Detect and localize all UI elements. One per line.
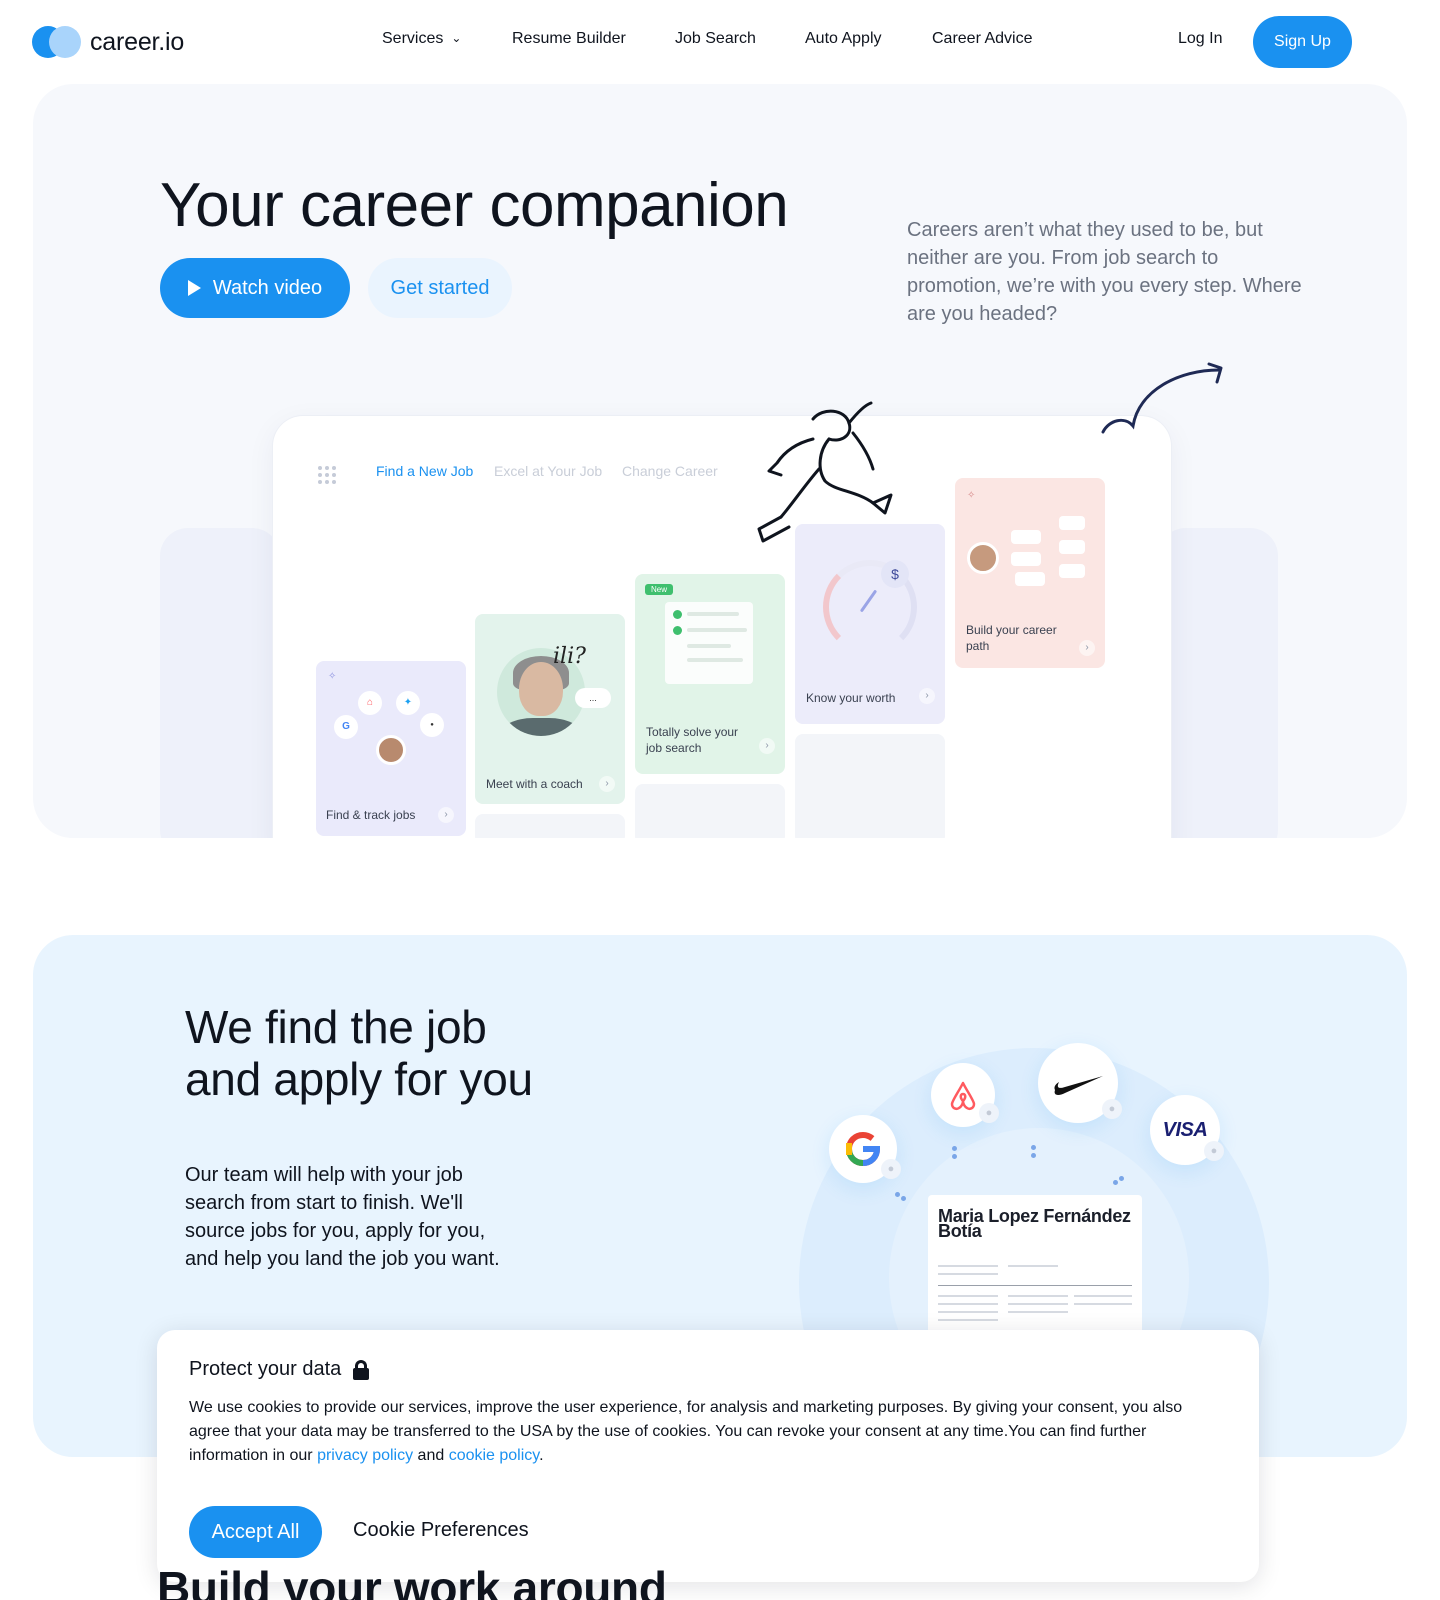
card-meet-coach[interactable]: ili? ... Meet with a coach › <box>475 614 625 804</box>
side-panel-right <box>1158 528 1278 838</box>
card-label: Build your career path <box>966 623 1057 653</box>
twitter-icon: ✦ <box>396 691 420 715</box>
resume-preview: Maria Lopez Fernández Botía <box>928 1195 1142 1335</box>
signature-doodle: ili? <box>553 644 586 669</box>
play-icon <box>187 280 201 296</box>
apply-title: We find the job and apply for you <box>185 1001 533 1105</box>
nav-services[interactable]: Services ⌄ <box>382 30 461 48</box>
tab-find-new-job[interactable]: Find a New Job <box>376 463 473 479</box>
signup-button[interactable]: Sign Up <box>1253 16 1352 68</box>
user-icon: ● <box>1102 1099 1122 1119</box>
chevron-right-icon: › <box>919 688 935 704</box>
chevron-right-icon: › <box>759 738 775 754</box>
chevron-down-icon: ⌄ <box>451 31 462 45</box>
user-icon: ● <box>1204 1141 1224 1161</box>
new-badge: New <box>645 584 674 595</box>
visa-logo-icon: VISA ● <box>1150 1095 1224 1165</box>
chevron-right-icon: › <box>438 807 454 823</box>
chevron-right-icon: › <box>599 776 615 792</box>
hero-description: Careers aren’t what they used to be, but… <box>907 219 1302 325</box>
running-man-illustration <box>757 401 893 543</box>
sparkle-icon: ✧ <box>328 671 337 682</box>
cookie-preferences-button[interactable]: Cookie Preferences <box>353 1519 529 1542</box>
apply-description: Our team will help with your job search … <box>185 1164 500 1270</box>
nav-career-advice[interactable]: Career Advice <box>932 30 1033 48</box>
card-label: Know your worth <box>806 691 896 705</box>
nike-logo-icon: ● <box>1038 1043 1122 1123</box>
airbnb-logo-icon: ● <box>931 1063 999 1127</box>
cookie-policy-link[interactable]: cookie policy <box>449 1447 539 1464</box>
brand-logo[interactable]: career.io <box>32 25 184 59</box>
side-panel-left <box>160 528 280 838</box>
user-icon: ● <box>979 1103 999 1123</box>
card-solve-job-search[interactable]: New Totally solve your job search › <box>635 574 785 774</box>
resume-name: Maria Lopez Fernández Botía <box>938 1206 1131 1241</box>
login-link[interactable]: Log In <box>1178 30 1222 48</box>
company-icon: ● <box>420 713 444 737</box>
card-placeholder <box>475 814 625 838</box>
nav-resume-builder[interactable]: Resume Builder <box>512 30 626 48</box>
nav-auto-apply[interactable]: Auto Apply <box>805 30 882 48</box>
top-nav: career.io Services ⌄ Resume Builder Job S… <box>0 0 1440 82</box>
google-icon: G <box>334 715 358 739</box>
watch-video-label: Watch video <box>212 276 323 299</box>
dollar-icon: $ <box>881 560 909 588</box>
user-icon: ● <box>881 1159 901 1179</box>
sparkle-icon: ✧ <box>967 490 976 501</box>
chat-bubble: ... <box>575 688 611 708</box>
card-career-path[interactable]: ✧ Build your career path › <box>955 478 1105 668</box>
card-label: Totally solve your job search <box>646 725 739 755</box>
google-logo-icon: ● <box>829 1115 901 1183</box>
lock-icon <box>353 1359 370 1380</box>
device-mockup: Find a New Job Excel at Your Job Change … <box>273 416 1171 838</box>
avatar <box>376 735 406 765</box>
brand-name: career.io <box>90 27 185 56</box>
card-find-track-jobs[interactable]: ✧ ⌂ ✦ G ● Find & track jobs › <box>316 661 466 836</box>
get-started-button[interactable]: Get started <box>368 258 512 318</box>
tab-excel-at-job[interactable]: Excel at Your Job <box>494 463 602 479</box>
cookie-text: We use cookies to provide our services, … <box>189 1399 1183 1464</box>
airbnb-icon: ⌂ <box>358 691 382 715</box>
watch-video-button[interactable]: Watch video <box>160 258 350 318</box>
card-know-worth[interactable]: $ Know your worth › <box>795 524 945 724</box>
accept-all-button[interactable]: Accept All <box>189 1506 322 1558</box>
cookie-title: Protect your data <box>189 1358 370 1381</box>
hero-section: Your career companion Watch video Get st… <box>33 84 1407 838</box>
tab-change-career[interactable]: Change Career <box>622 463 718 479</box>
chevron-right-icon: › <box>1079 640 1095 656</box>
hero-title: Your career companion <box>160 171 789 240</box>
card-placeholder <box>795 734 945 838</box>
logo-icon <box>32 26 81 58</box>
card-label: Find & track jobs <box>326 808 416 822</box>
nav-job-search[interactable]: Job Search <box>675 30 756 48</box>
checklist-doc <box>665 602 753 684</box>
curved-arrow-icon <box>1101 362 1223 434</box>
card-label: Meet with a coach <box>486 777 583 791</box>
apps-grid-icon <box>318 466 336 484</box>
privacy-policy-link[interactable]: privacy policy <box>317 1447 413 1464</box>
card-placeholder <box>635 784 785 838</box>
avatar <box>967 542 999 574</box>
cookie-consent-banner: Protect your data We use cookies to prov… <box>157 1330 1259 1582</box>
next-section-title: Build your work around <box>157 1562 667 1600</box>
